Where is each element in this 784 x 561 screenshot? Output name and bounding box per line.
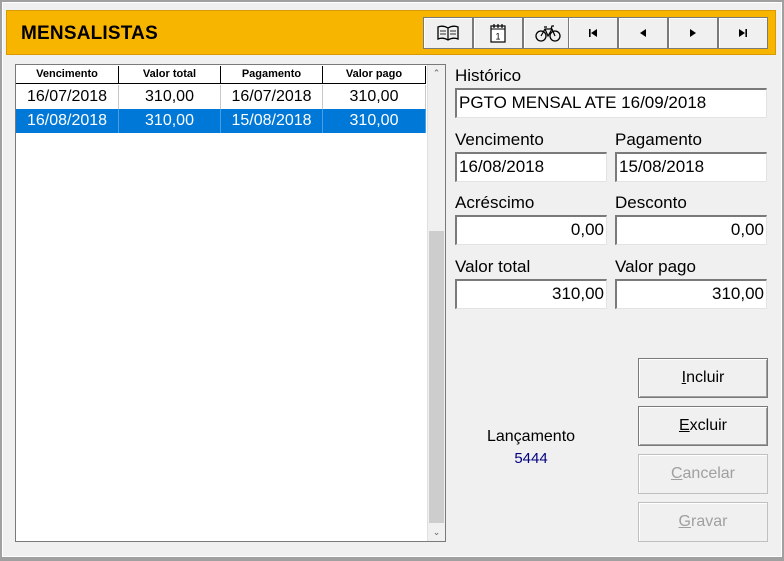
scroll-up-arrow-icon[interactable]: ⌃ [428, 65, 445, 82]
cell-valor-total: 310,00 [119, 109, 221, 133]
cell-valor-total: 310,00 [119, 85, 221, 109]
desconto-field[interactable]: 0,00 [615, 215, 767, 245]
title-bar: MENSALISTAS 1 [6, 10, 776, 55]
cancelar-label: ancelar [682, 465, 736, 482]
historico-field[interactable]: PGTO MENSAL ATE 16/09/2018 [455, 88, 767, 118]
excluir-label: xcluir [689, 417, 727, 434]
vencimento-field[interactable]: 16/08/2018 [455, 152, 607, 182]
previous-record-button[interactable] [618, 17, 668, 49]
pagamento-label: Pagamento [615, 130, 702, 149]
bicycle-button[interactable] [523, 17, 573, 49]
incluir-label: ncluir [686, 369, 725, 386]
app-window: MENSALISTAS 1 Vencimento Valor total Pag… [0, 0, 784, 561]
gravar-accel: G [678, 513, 691, 530]
lancamento-label: Lançamento [486, 428, 576, 445]
incluir-button[interactable]: Incluir [638, 358, 768, 398]
page-title: MENSALISTAS [21, 23, 158, 44]
calendar-icon: 1 [490, 24, 506, 43]
cell-vencimento: 16/07/2018 [16, 85, 119, 109]
column-header-valor-pago[interactable]: Valor pago [323, 66, 426, 84]
grid-body: Vencimento Valor total Pagamento Valor p… [16, 65, 427, 541]
column-header-vencimento[interactable]: Vencimento [16, 66, 119, 84]
payments-grid[interactable]: Vencimento Valor total Pagamento Valor p… [15, 64, 446, 542]
cell-pagamento: 16/07/2018 [221, 85, 323, 109]
cancelar-button[interactable]: Cancelar [638, 454, 768, 494]
calendar-button[interactable]: 1 [473, 17, 523, 49]
excluir-accel: E [678, 417, 690, 434]
cell-valor-pago: 310,00 [323, 85, 426, 109]
next-record-icon [690, 29, 696, 37]
excluir-button[interactable]: Excluir [638, 406, 768, 446]
book-icon [437, 25, 459, 41]
column-header-valor-total[interactable]: Valor total [119, 66, 221, 84]
lancamento-value: 5444 [514, 450, 548, 467]
gravar-button[interactable]: Gravar [638, 502, 768, 542]
book-button[interactable] [423, 17, 473, 49]
next-record-button[interactable] [668, 17, 718, 49]
scroll-down-arrow-icon[interactable]: ⌄ [428, 524, 445, 541]
pagamento-field[interactable]: 15/08/2018 [615, 152, 767, 182]
last-record-button[interactable] [718, 17, 768, 49]
calendar-icon-text: 1 [495, 32, 500, 42]
vencimento-label: Vencimento [455, 130, 544, 149]
valor-total-label: Valor total [455, 257, 531, 276]
acrescimo-field[interactable]: 0,00 [455, 215, 607, 245]
first-record-button[interactable] [568, 17, 618, 49]
valor-pago-field[interactable]: 310,00 [615, 279, 767, 309]
vertical-scrollbar[interactable]: ⌃ ⌄ [427, 65, 445, 541]
valor-pago-label: Valor pago [615, 257, 696, 276]
acrescimo-label: Acréscimo [455, 193, 535, 212]
desconto-label: Desconto [615, 193, 687, 212]
column-header-pagamento[interactable]: Pagamento [221, 66, 323, 84]
first-record-icon [589, 29, 597, 37]
historico-label: Histórico [455, 66, 522, 85]
table-row-selected[interactable]: 16/08/2018 310,00 15/08/2018 310,00 [16, 109, 426, 133]
cell-pagamento: 15/08/2018 [221, 109, 323, 133]
table-row[interactable]: 16/07/2018 310,00 16/07/2018 310,00 [16, 85, 426, 109]
previous-record-icon [640, 29, 646, 37]
bicycle-icon [535, 25, 561, 42]
last-record-icon [739, 29, 747, 37]
cell-valor-pago: 310,00 [323, 109, 426, 133]
cancelar-accel: C [670, 465, 683, 482]
gravar-label: ravar [691, 513, 728, 530]
cell-vencimento: 16/08/2018 [16, 109, 119, 133]
valor-total-field[interactable]: 310,00 [455, 279, 607, 309]
scrollbar-thumb[interactable] [429, 231, 444, 523]
